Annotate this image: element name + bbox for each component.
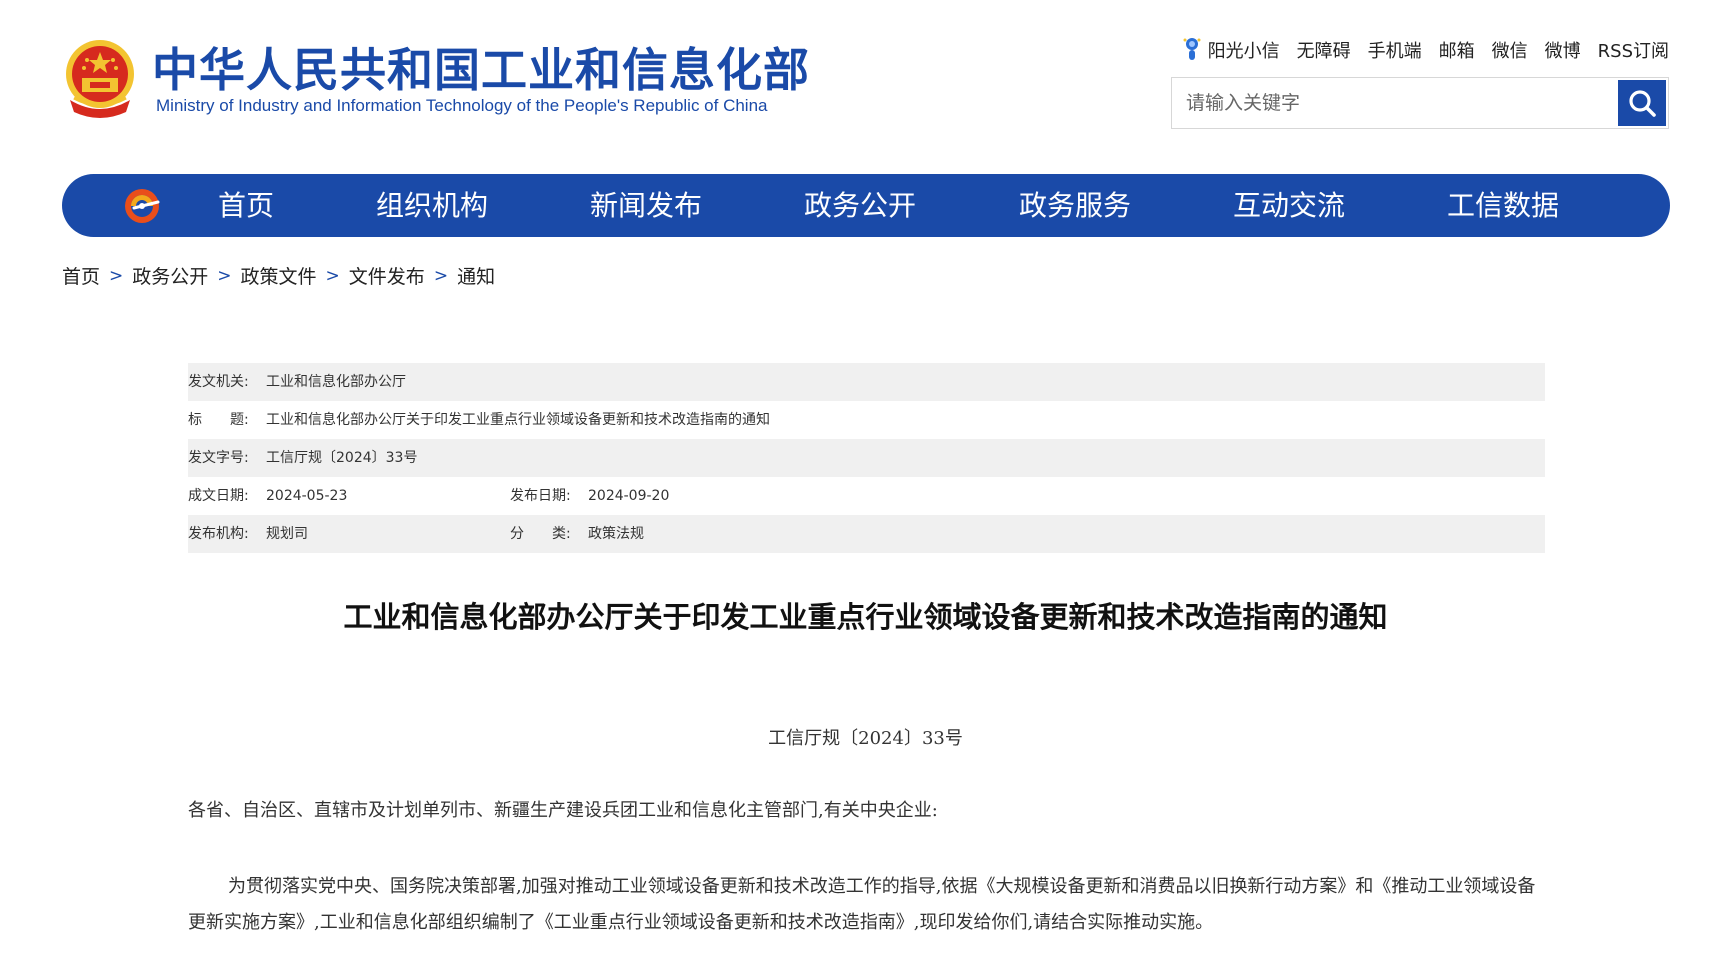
page: 中华人民共和国工业和信息化部 Ministry of Industry and … bbox=[0, 0, 1731, 965]
nav-item-organization[interactable]: 组织机构 bbox=[376, 174, 488, 237]
published-date-value: 2024-09-20 bbox=[588, 488, 670, 504]
created-date-value: 2024-05-23 bbox=[266, 488, 348, 504]
nav-item-home[interactable]: 首页 bbox=[218, 174, 274, 237]
document-info-table: 发文机关: 工业和信息化部办公厅 标 题: 工业和信息化部办公厅关于印发工业重点… bbox=[188, 363, 1545, 553]
info-row-dates: 成文日期: 2024-05-23 发布日期: 2024-09-20 bbox=[188, 477, 1545, 515]
top-link-sunshine[interactable]: 阳光小信 bbox=[1208, 37, 1280, 63]
article-paragraph: 为贯彻落实党中央、国务院决策部署,加强对推动工业领域设备更新和技术改造工作的指导… bbox=[188, 876, 1536, 933]
search-button[interactable] bbox=[1618, 80, 1666, 126]
top-link-mailbox[interactable]: 邮箱 bbox=[1439, 37, 1475, 63]
top-link-mobile[interactable]: 手机端 bbox=[1368, 37, 1422, 63]
breadcrumb-separator: > bbox=[325, 265, 340, 286]
top-link-accessibility[interactable]: 无障碍 bbox=[1297, 37, 1351, 63]
national-emblem-icon[interactable] bbox=[60, 38, 140, 122]
site-title[interactable]: 中华人民共和国工业和信息化部 bbox=[152, 42, 810, 98]
top-link-rss[interactable]: RSS订阅 bbox=[1598, 37, 1669, 63]
created-date-label: 成文日期: bbox=[188, 488, 249, 504]
top-link-weibo[interactable]: 微博 bbox=[1545, 37, 1581, 63]
search-icon bbox=[1629, 90, 1656, 117]
nav-item-government-affairs[interactable]: 政务公开 bbox=[804, 174, 916, 237]
published-date-label: 发布日期: bbox=[510, 488, 571, 504]
org-value: 规划司 bbox=[266, 526, 308, 542]
breadcrumb: 首页 > 政务公开 > 政策文件 > 文件发布 > 通知 bbox=[62, 262, 495, 289]
sunshine-mascot-icon bbox=[1183, 38, 1201, 60]
miit-logo-icon[interactable] bbox=[122, 186, 164, 226]
search-box bbox=[1171, 77, 1669, 129]
doc-number-value: 工信厅规〔2024〕33号 bbox=[266, 450, 418, 466]
info-row-doc-number: 发文字号: 工信厅规〔2024〕33号 bbox=[188, 439, 1545, 477]
breadcrumb-government-affairs[interactable]: 政务公开 bbox=[132, 262, 208, 289]
breadcrumb-policy-files[interactable]: 政策文件 bbox=[241, 262, 317, 289]
title-value: 工业和信息化部办公厅关于印发工业重点行业领域设备更新和技术改造指南的通知 bbox=[266, 412, 770, 428]
nav-item-government-services[interactable]: 政务服务 bbox=[1019, 174, 1131, 237]
top-links: 阳光小信 无障碍 手机端 邮箱 微信 微博 RSS订阅 bbox=[1181, 36, 1669, 64]
breadcrumb-separator: > bbox=[109, 265, 124, 286]
info-row-issuer: 发文机关: 工业和信息化部办公厅 bbox=[188, 363, 1545, 401]
info-row-title: 标 题: 工业和信息化部办公厅关于印发工业重点行业领域设备更新和技术改造指南的通… bbox=[188, 401, 1545, 439]
site-subtitle[interactable]: Ministry of Industry and Information Tec… bbox=[156, 96, 768, 116]
main-nav: 首页 组织机构 新闻发布 政务公开 政务服务 互动交流 工信数据 bbox=[62, 174, 1670, 237]
article-salutation: 各省、自治区、直辖市及计划单列市、新疆生产建设兵团工业和信息化主管部门,有关中央… bbox=[188, 800, 938, 821]
doc-number-label: 发文字号: bbox=[188, 450, 249, 466]
category-label: 分 类: bbox=[510, 526, 571, 542]
issuer-value: 工业和信息化部办公厅 bbox=[266, 374, 406, 390]
breadcrumb-file-release[interactable]: 文件发布 bbox=[349, 262, 425, 289]
nav-item-news[interactable]: 新闻发布 bbox=[590, 174, 702, 237]
article-doc-number: 工信厅规〔2024〕33号 bbox=[768, 728, 963, 749]
org-label: 发布机构: bbox=[188, 526, 249, 542]
breadcrumb-separator: > bbox=[217, 265, 232, 286]
article-title: 工业和信息化部办公厅关于印发工业重点行业领域设备更新和技术改造指南的通知 bbox=[343, 600, 1388, 634]
issuer-label: 发文机关: bbox=[188, 374, 249, 390]
breadcrumb-separator: > bbox=[433, 265, 449, 286]
breadcrumb-notice[interactable]: 通知 bbox=[457, 262, 495, 289]
breadcrumb-home[interactable]: 首页 bbox=[62, 262, 100, 289]
nav-item-data[interactable]: 工信数据 bbox=[1447, 174, 1559, 237]
top-link-wechat[interactable]: 微信 bbox=[1492, 37, 1528, 63]
search-input[interactable] bbox=[1172, 78, 1620, 128]
nav-item-interaction[interactable]: 互动交流 bbox=[1233, 174, 1345, 237]
category-value: 政策法规 bbox=[588, 526, 644, 542]
title-label: 标 题: bbox=[188, 412, 249, 428]
info-row-org: 发布机构: 规划司 分 类: 政策法规 bbox=[188, 515, 1545, 553]
